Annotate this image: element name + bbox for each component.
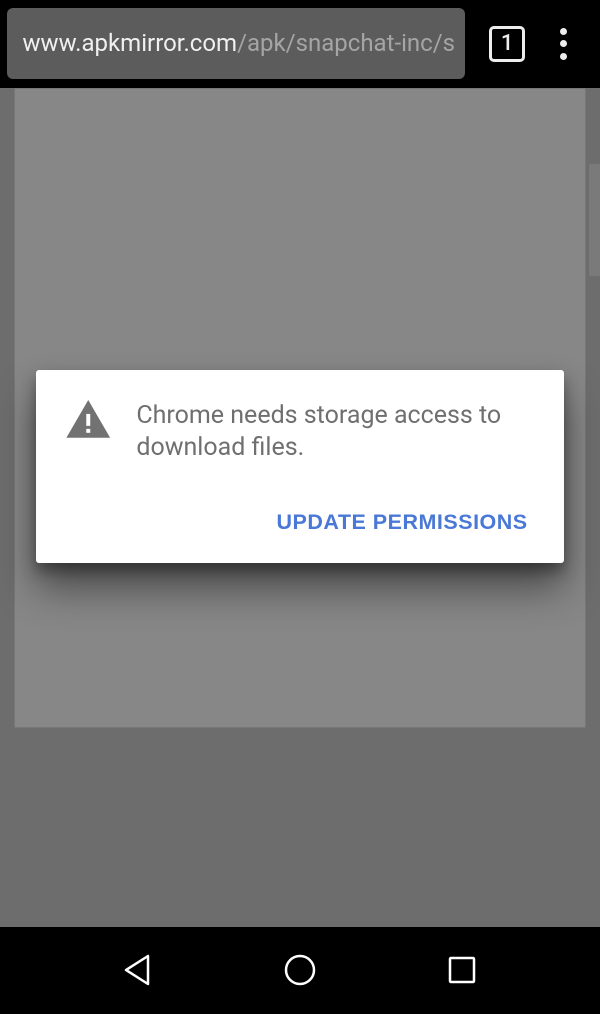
warning-icon [66,400,114,464]
dialog-body: Chrome needs storage access to download … [66,400,533,464]
tab-count: 1 [501,31,514,56]
permission-dialog: Chrome needs storage access to download … [36,370,563,563]
browser-toolbar: www.apkmirror.com/apk/snapchat-inc/s 1 [0,0,600,88]
url-host: www.apkmirror.com [23,8,238,79]
nav-home-button[interactable] [276,946,324,994]
dialog-actions: UPDATE PERMISSIONS [66,500,533,545]
url-path: /apk/snapchat-inc/s [237,8,455,79]
url-bar[interactable]: www.apkmirror.com/apk/snapchat-inc/s [7,8,466,79]
nav-recent-button[interactable] [438,946,486,994]
tabs-button[interactable]: 1 [489,26,525,62]
system-nav-bar [0,927,600,1014]
nav-back-button[interactable] [114,946,162,994]
more-menu-icon[interactable] [551,24,575,64]
scrollbar-thumb[interactable] [589,164,600,276]
dialog-message: Chrome needs storage access to download … [136,400,533,464]
update-permissions-button[interactable]: UPDATE PERMISSIONS [271,500,534,545]
